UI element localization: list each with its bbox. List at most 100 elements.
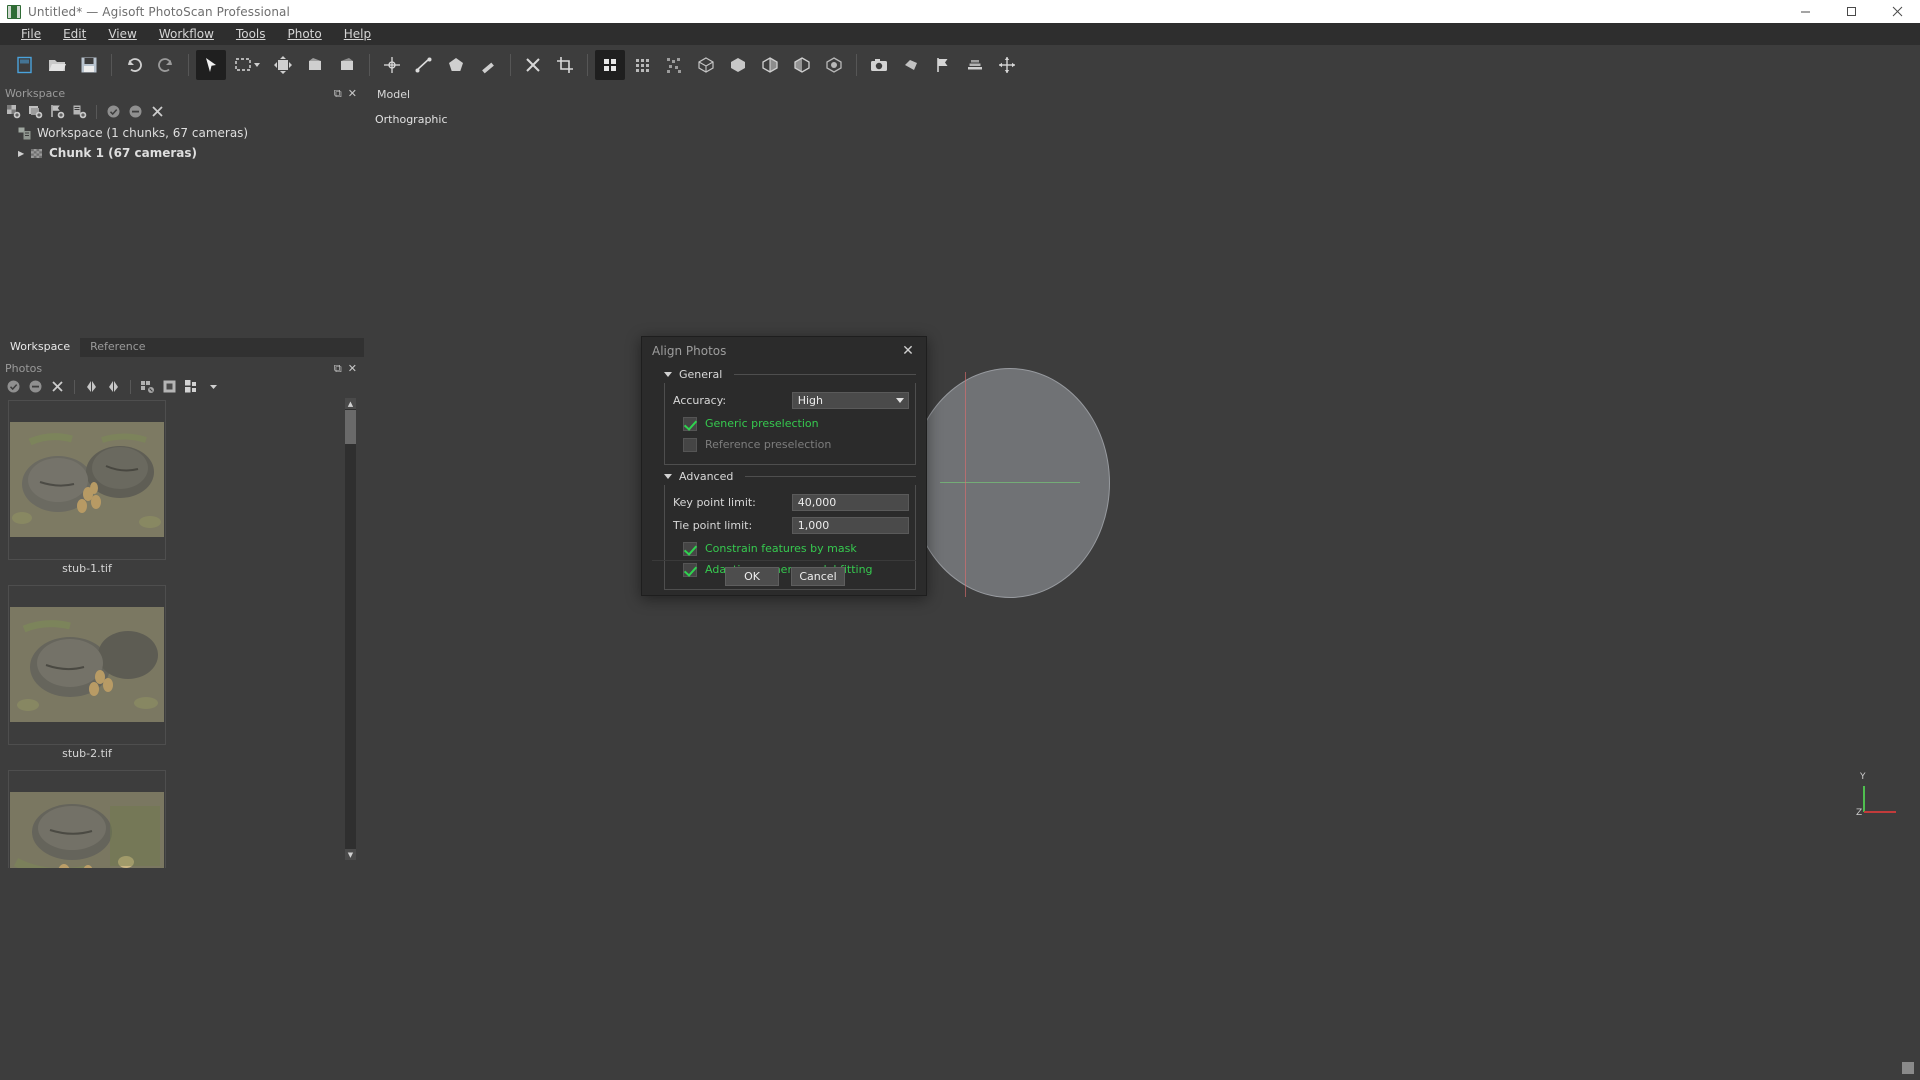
- remove-cameras-icon[interactable]: [48, 377, 67, 396]
- move-region-icon[interactable]: [332, 50, 362, 80]
- maximize-button[interactable]: [1828, 0, 1874, 23]
- thumbnail-size-icon[interactable]: [182, 377, 201, 396]
- scroll-down-arrow[interactable]: ▼: [345, 849, 356, 860]
- menu-photo[interactable]: Photo: [277, 24, 333, 44]
- menu-file[interactable]: File: [10, 24, 52, 44]
- navigation-pointer-icon[interactable]: [196, 50, 226, 80]
- textured-model-icon[interactable]: [787, 50, 817, 80]
- align-photos-dialog[interactable]: Align Photos ✕ General Accuracy: High: [641, 336, 927, 596]
- chevron-down-icon[interactable]: [254, 63, 260, 67]
- ok-button[interactable]: OK: [725, 567, 779, 586]
- place-marker-icon[interactable]: [377, 50, 407, 80]
- tiled-model-icon[interactable]: [960, 50, 990, 80]
- markers-flag-icon[interactable]: [928, 50, 958, 80]
- triangle-down-icon[interactable]: [664, 372, 672, 377]
- add-folder-icon[interactable]: [70, 102, 89, 121]
- confidence-model-icon[interactable]: [819, 50, 849, 80]
- disable-cameras-icon[interactable]: [26, 377, 45, 396]
- minimize-button[interactable]: [1782, 0, 1828, 23]
- cancel-button[interactable]: Cancel: [791, 567, 845, 586]
- photos-scrollbar[interactable]: ▲ ▼: [345, 398, 356, 860]
- scroll-up-arrow[interactable]: ▲: [345, 398, 356, 409]
- save-project-icon[interactable]: [74, 50, 104, 80]
- dialog-close-button[interactable]: ✕: [898, 341, 918, 361]
- close-button[interactable]: [1874, 0, 1920, 23]
- rotate-right-icon[interactable]: [104, 377, 123, 396]
- accuracy-select[interactable]: High: [792, 392, 909, 409]
- resize-region-icon[interactable]: [268, 50, 298, 80]
- menu-view-label: View: [108, 27, 136, 41]
- camera-icon[interactable]: [864, 50, 894, 80]
- mesh-wireframe-icon[interactable]: [691, 50, 721, 80]
- rotate-left-icon[interactable]: [82, 377, 101, 396]
- menu-workflow[interactable]: Workflow: [148, 24, 225, 44]
- rectangle-selection-icon[interactable]: [228, 50, 266, 80]
- solid-model-icon[interactable]: [755, 50, 785, 80]
- tie-points-icon[interactable]: [896, 50, 926, 80]
- model-viewport[interactable]: Orthographic Y Z: [365, 104, 1920, 866]
- status-bar-indicators: [1902, 1062, 1914, 1074]
- rotate-region-icon[interactable]: [300, 50, 330, 80]
- new-project-icon[interactable]: [10, 50, 40, 80]
- enable-icon[interactable]: [104, 102, 123, 121]
- close-icon[interactable]: ✕: [348, 363, 357, 374]
- generic-preselection-row[interactable]: Generic preselection: [665, 413, 915, 434]
- crop-selection-icon[interactable]: [550, 50, 580, 80]
- reference-preselection-checkbox[interactable]: [683, 438, 697, 452]
- polygon-selection-icon[interactable]: [441, 50, 471, 80]
- undock-icon[interactable]: ⧉: [334, 363, 342, 374]
- menu-view[interactable]: View: [97, 24, 147, 44]
- toolbar-separator: [505, 50, 516, 80]
- photo-thumbnail[interactable]: stub-2.tif: [8, 585, 178, 768]
- add-chunk-icon[interactable]: [4, 102, 23, 121]
- menu-tools[interactable]: Tools: [225, 24, 277, 44]
- chevron-right-icon[interactable]: ▶: [18, 149, 30, 158]
- menu-edit[interactable]: Edit: [52, 24, 97, 44]
- key-point-limit-input[interactable]: 40,000: [792, 494, 909, 511]
- shaded-model-icon[interactable]: [723, 50, 753, 80]
- group-advanced-header[interactable]: Advanced: [652, 467, 916, 485]
- show-masked-icon[interactable]: [160, 377, 179, 396]
- open-project-icon[interactable]: [42, 50, 72, 80]
- workspace-panel-label: Workspace: [5, 87, 65, 100]
- constrain-features-checkbox[interactable]: [683, 542, 697, 556]
- tie-point-limit-row: Tie point limit: 1,000: [665, 515, 915, 536]
- scrollbar-thumb[interactable]: [345, 410, 356, 444]
- photo-thumbnail-grid[interactable]: stub-1.tif stub-2.tif: [0, 398, 350, 868]
- undock-icon[interactable]: ⧉: [334, 88, 342, 99]
- reset-masks-icon[interactable]: [138, 377, 157, 396]
- model-view-tab[interactable]: Model: [365, 85, 422, 104]
- close-icon[interactable]: ✕: [348, 88, 357, 99]
- add-photos-icon[interactable]: [26, 102, 45, 121]
- remove-items-icon[interactable]: [148, 102, 167, 121]
- ruler-icon[interactable]: [409, 50, 439, 80]
- menu-help[interactable]: Help: [333, 24, 382, 44]
- tree-item-workspace[interactable]: Workspace (1 chunks, 67 cameras): [0, 123, 364, 143]
- disable-icon[interactable]: [126, 102, 145, 121]
- classified-cloud-icon[interactable]: [659, 50, 689, 80]
- tab-workspace[interactable]: Workspace: [0, 337, 80, 357]
- generic-preselection-checkbox[interactable]: [683, 417, 697, 431]
- group-general-header[interactable]: General: [652, 365, 916, 383]
- dense-cloud-icon[interactable]: [627, 50, 657, 80]
- photo-thumbnail[interactable]: stub-3.tif: [8, 770, 178, 868]
- enable-cameras-icon[interactable]: [4, 377, 23, 396]
- status-bar: [0, 1058, 1920, 1080]
- chevron-down-icon[interactable]: [891, 393, 908, 408]
- reset-view-icon[interactable]: [992, 50, 1022, 80]
- tab-reference[interactable]: Reference: [80, 337, 155, 357]
- triangle-down-icon[interactable]: [664, 474, 672, 479]
- undo-icon[interactable]: [119, 50, 149, 80]
- chevron-down-icon[interactable]: [204, 377, 223, 396]
- delete-selection-icon[interactable]: [518, 50, 548, 80]
- cancel-button-label: Cancel: [799, 570, 836, 583]
- constrain-features-row[interactable]: Constrain features by mask: [665, 538, 915, 559]
- eraser-icon[interactable]: [473, 50, 503, 80]
- photo-thumbnail[interactable]: stub-1.tif: [8, 400, 178, 583]
- tie-point-limit-input[interactable]: 1,000: [792, 517, 909, 534]
- reference-preselection-row[interactable]: Reference preselection: [665, 434, 915, 455]
- add-markers-icon[interactable]: [48, 102, 67, 121]
- point-cloud-icon[interactable]: [595, 50, 625, 80]
- tree-item-chunk-1[interactable]: ▶ Chunk 1 (67 cameras): [0, 143, 364, 163]
- redo-icon[interactable]: [151, 50, 181, 80]
